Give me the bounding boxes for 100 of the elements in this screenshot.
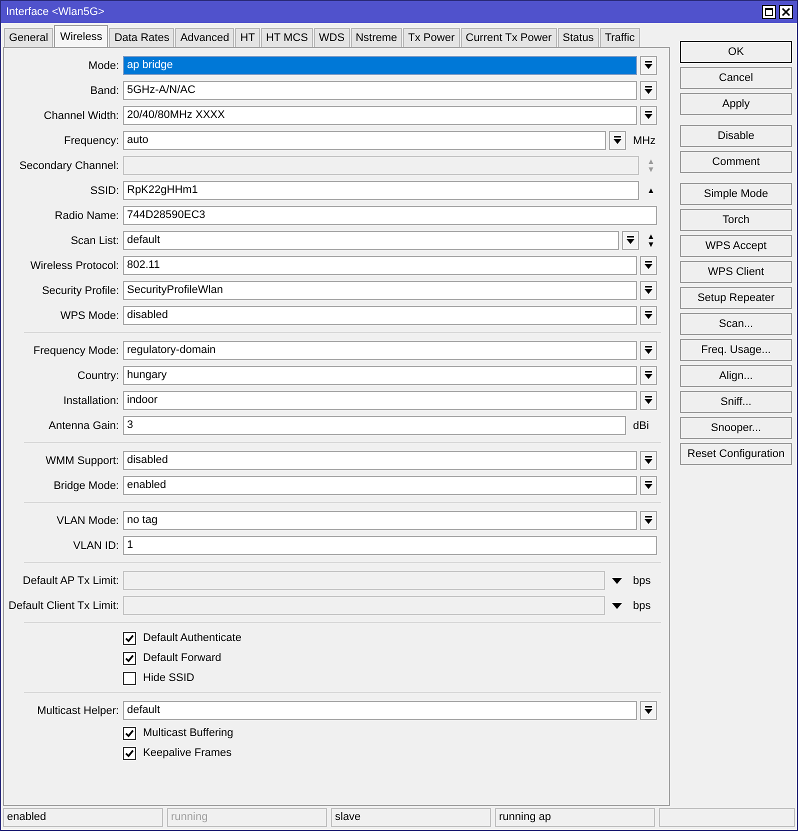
tab[interactable]: Traffic bbox=[600, 28, 640, 47]
action-button[interactable]: OK bbox=[680, 41, 792, 63]
field-label: VLAN ID: bbox=[72, 540, 120, 552]
dropdown-button[interactable] bbox=[640, 56, 657, 75]
dropdown-arrow-icon bbox=[644, 111, 653, 120]
action-button[interactable]: Scan... bbox=[680, 313, 792, 335]
dropdown-field[interactable]: SecurityProfileWlan bbox=[123, 281, 637, 300]
checkbox[interactable] bbox=[123, 672, 136, 684]
field-label: Default AP Tx Limit: bbox=[22, 574, 120, 586]
maximize-icon bbox=[765, 8, 773, 16]
dropdown-button[interactable] bbox=[640, 451, 657, 470]
dropdown-button[interactable] bbox=[640, 256, 657, 275]
checkmark-icon bbox=[125, 748, 134, 758]
dropdown-field[interactable]: 20/40/80MHz XXXX bbox=[123, 106, 637, 125]
dropdown-arrow-icon bbox=[644, 371, 653, 380]
action-button[interactable]: Snooper... bbox=[680, 417, 792, 439]
checkmark-icon bbox=[125, 728, 134, 738]
dropdown-button[interactable] bbox=[640, 81, 657, 100]
tab[interactable]: Wireless bbox=[54, 25, 108, 47]
caret-icon[interactable] bbox=[612, 602, 622, 608]
dropdown-field[interactable]: default bbox=[123, 701, 637, 720]
tab[interactable]: Current Tx Power bbox=[460, 28, 557, 47]
checkbox[interactable] bbox=[123, 632, 136, 644]
action-button[interactable]: WPS Client bbox=[680, 261, 792, 283]
tab[interactable]: Advanced bbox=[175, 28, 234, 47]
input-field[interactable]: 3 bbox=[123, 416, 626, 435]
dropdown-button[interactable] bbox=[640, 701, 657, 720]
dropdown-field[interactable]: hungary bbox=[123, 366, 637, 385]
dropdown-button[interactable] bbox=[622, 231, 639, 250]
dropdown-arrow-icon bbox=[644, 481, 653, 490]
dropdown-button[interactable] bbox=[640, 306, 657, 325]
dropdown-arrow-icon bbox=[644, 396, 653, 405]
action-button[interactable]: Simple Mode bbox=[680, 183, 792, 205]
dropdown-field[interactable]: 5GHz-A/N/AC bbox=[123, 81, 637, 100]
input-field[interactable]: RpK22gHHm1 bbox=[123, 181, 639, 200]
dropdown-button[interactable] bbox=[609, 131, 626, 150]
action-button[interactable]: Disable bbox=[680, 125, 792, 147]
checkbox[interactable] bbox=[123, 726, 136, 740]
action-button[interactable]: Reset Configuration bbox=[680, 443, 792, 465]
dropdown-button[interactable] bbox=[640, 366, 657, 385]
tab[interactable]: Status bbox=[558, 28, 599, 47]
status-cell: enabled bbox=[3, 808, 163, 827]
dropdown-field[interactable]: ap bridge bbox=[123, 56, 637, 75]
dropdown-button[interactable] bbox=[640, 391, 657, 410]
action-button[interactable]: Setup Repeater bbox=[680, 287, 792, 309]
dropdown-field[interactable]: no tag bbox=[123, 511, 637, 530]
action-button[interactable]: Torch bbox=[680, 209, 792, 231]
dropdown-field[interactable]: disabled bbox=[123, 451, 637, 470]
tab[interactable]: HT MCS bbox=[260, 28, 313, 47]
caret-icon[interactable] bbox=[612, 578, 622, 584]
dropdown-arrow-icon bbox=[644, 706, 653, 715]
dropdown-field[interactable]: regulatory-domain bbox=[123, 341, 637, 360]
dropdown-arrow-icon bbox=[644, 346, 653, 355]
tab[interactable]: WDS bbox=[314, 28, 350, 47]
tab[interactable]: Data Rates bbox=[109, 28, 174, 47]
arrow-buttons[interactable]: ▲▼ bbox=[647, 232, 655, 248]
field-label: Bridge Mode: bbox=[52, 480, 120, 492]
checkbox-label: Default Forward bbox=[143, 652, 222, 664]
action-button[interactable]: Cancel bbox=[680, 67, 792, 89]
dropdown-button[interactable] bbox=[640, 511, 657, 530]
unit-label: dBi bbox=[632, 420, 650, 432]
checkbox[interactable] bbox=[123, 652, 136, 664]
field-label: Scan List: bbox=[70, 234, 120, 246]
dropdown-field[interactable]: indoor bbox=[123, 391, 637, 410]
checkbox[interactable] bbox=[123, 746, 136, 760]
dropdown-button[interactable] bbox=[640, 341, 657, 360]
tab[interactable]: General bbox=[4, 28, 54, 47]
dropdown-button[interactable] bbox=[640, 476, 657, 495]
action-button[interactable]: Align... bbox=[680, 365, 792, 387]
action-button[interactable]: Freq. Usage... bbox=[680, 339, 792, 361]
dropdown-arrow-icon bbox=[644, 261, 653, 270]
dropdown-field[interactable]: 802.11 bbox=[123, 256, 637, 275]
dropdown-arrow-icon bbox=[644, 86, 653, 95]
input-field[interactable]: 1 bbox=[123, 536, 657, 555]
action-button[interactable]: Apply bbox=[680, 93, 792, 115]
dropdown-arrow-icon bbox=[644, 516, 653, 525]
field-label: Multicast Helper: bbox=[36, 704, 120, 716]
maximize-button[interactable] bbox=[762, 5, 776, 19]
field-label: Channel Width: bbox=[42, 110, 120, 122]
dropdown-field[interactable]: default bbox=[123, 231, 619, 250]
unit-label: bps bbox=[632, 574, 652, 586]
action-button[interactable]: Sniff... bbox=[680, 391, 792, 413]
dropdown-button[interactable] bbox=[640, 106, 657, 125]
checkbox-label: Keepalive Frames bbox=[143, 747, 232, 759]
action-button[interactable]: Comment bbox=[680, 151, 792, 173]
field-label: Frequency: bbox=[62, 134, 120, 146]
dropdown-field[interactable]: disabled bbox=[123, 306, 637, 325]
tab[interactable]: Tx Power bbox=[403, 28, 460, 47]
tab[interactable]: Nstreme bbox=[350, 28, 402, 47]
arrow-buttons[interactable]: ▲ bbox=[647, 186, 655, 194]
action-button[interactable]: WPS Accept bbox=[680, 235, 792, 257]
dropdown-button[interactable] bbox=[640, 281, 657, 300]
close-button[interactable] bbox=[779, 5, 793, 19]
unit-label: bps bbox=[632, 600, 652, 612]
dropdown-field[interactable]: enabled bbox=[123, 476, 637, 495]
dropdown-field[interactable]: auto bbox=[123, 131, 606, 150]
tab[interactable]: HT bbox=[235, 28, 260, 47]
field-label: Radio Name: bbox=[54, 210, 120, 222]
input-field[interactable]: 744D28590EC3 bbox=[123, 206, 657, 225]
status-cell: running ap bbox=[495, 808, 655, 827]
